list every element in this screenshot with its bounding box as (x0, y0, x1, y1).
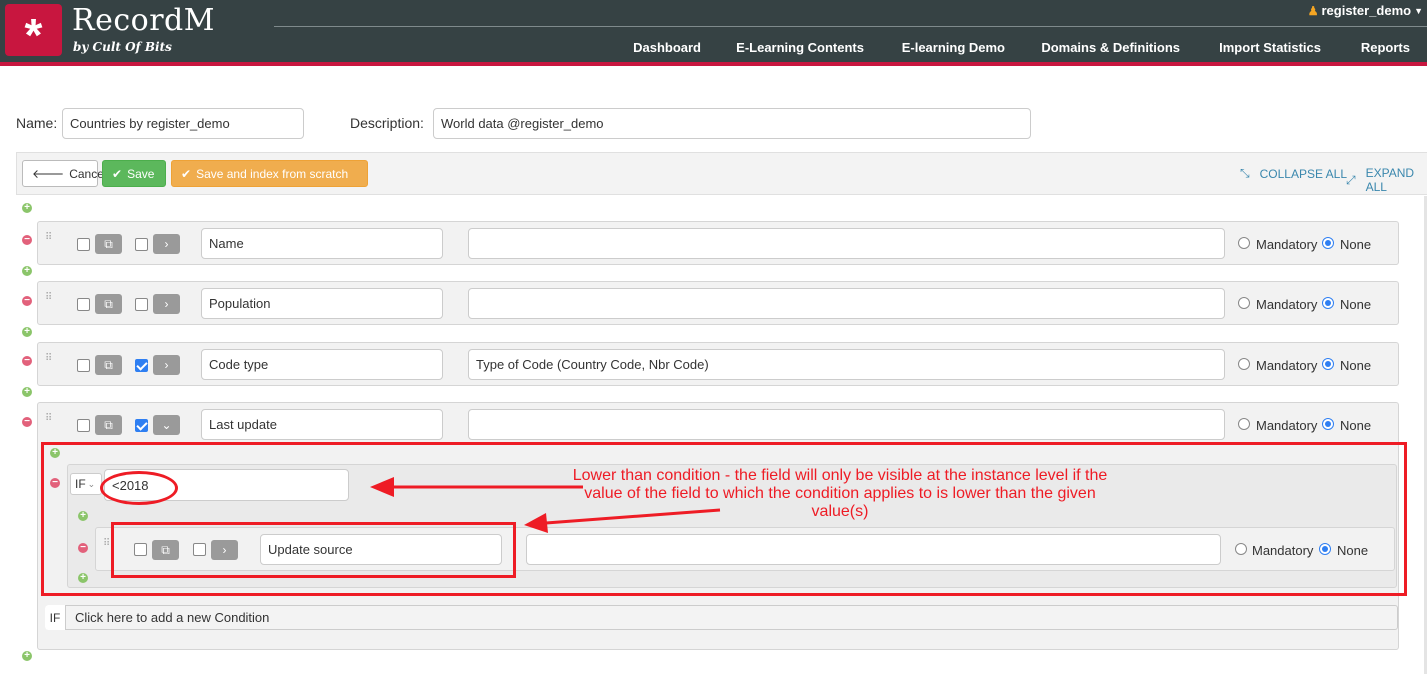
annotation-arrows (370, 477, 721, 533)
arrowhead (524, 513, 548, 533)
add-field-icon[interactable]: + (22, 651, 32, 661)
add-condition-text[interactable]: Click here to add a new Condition (75, 610, 269, 625)
annotation-text: Lower than condition - the field will on… (572, 467, 1108, 520)
add-condition-if[interactable]: IF (45, 605, 66, 630)
arrowhead (370, 477, 394, 497)
